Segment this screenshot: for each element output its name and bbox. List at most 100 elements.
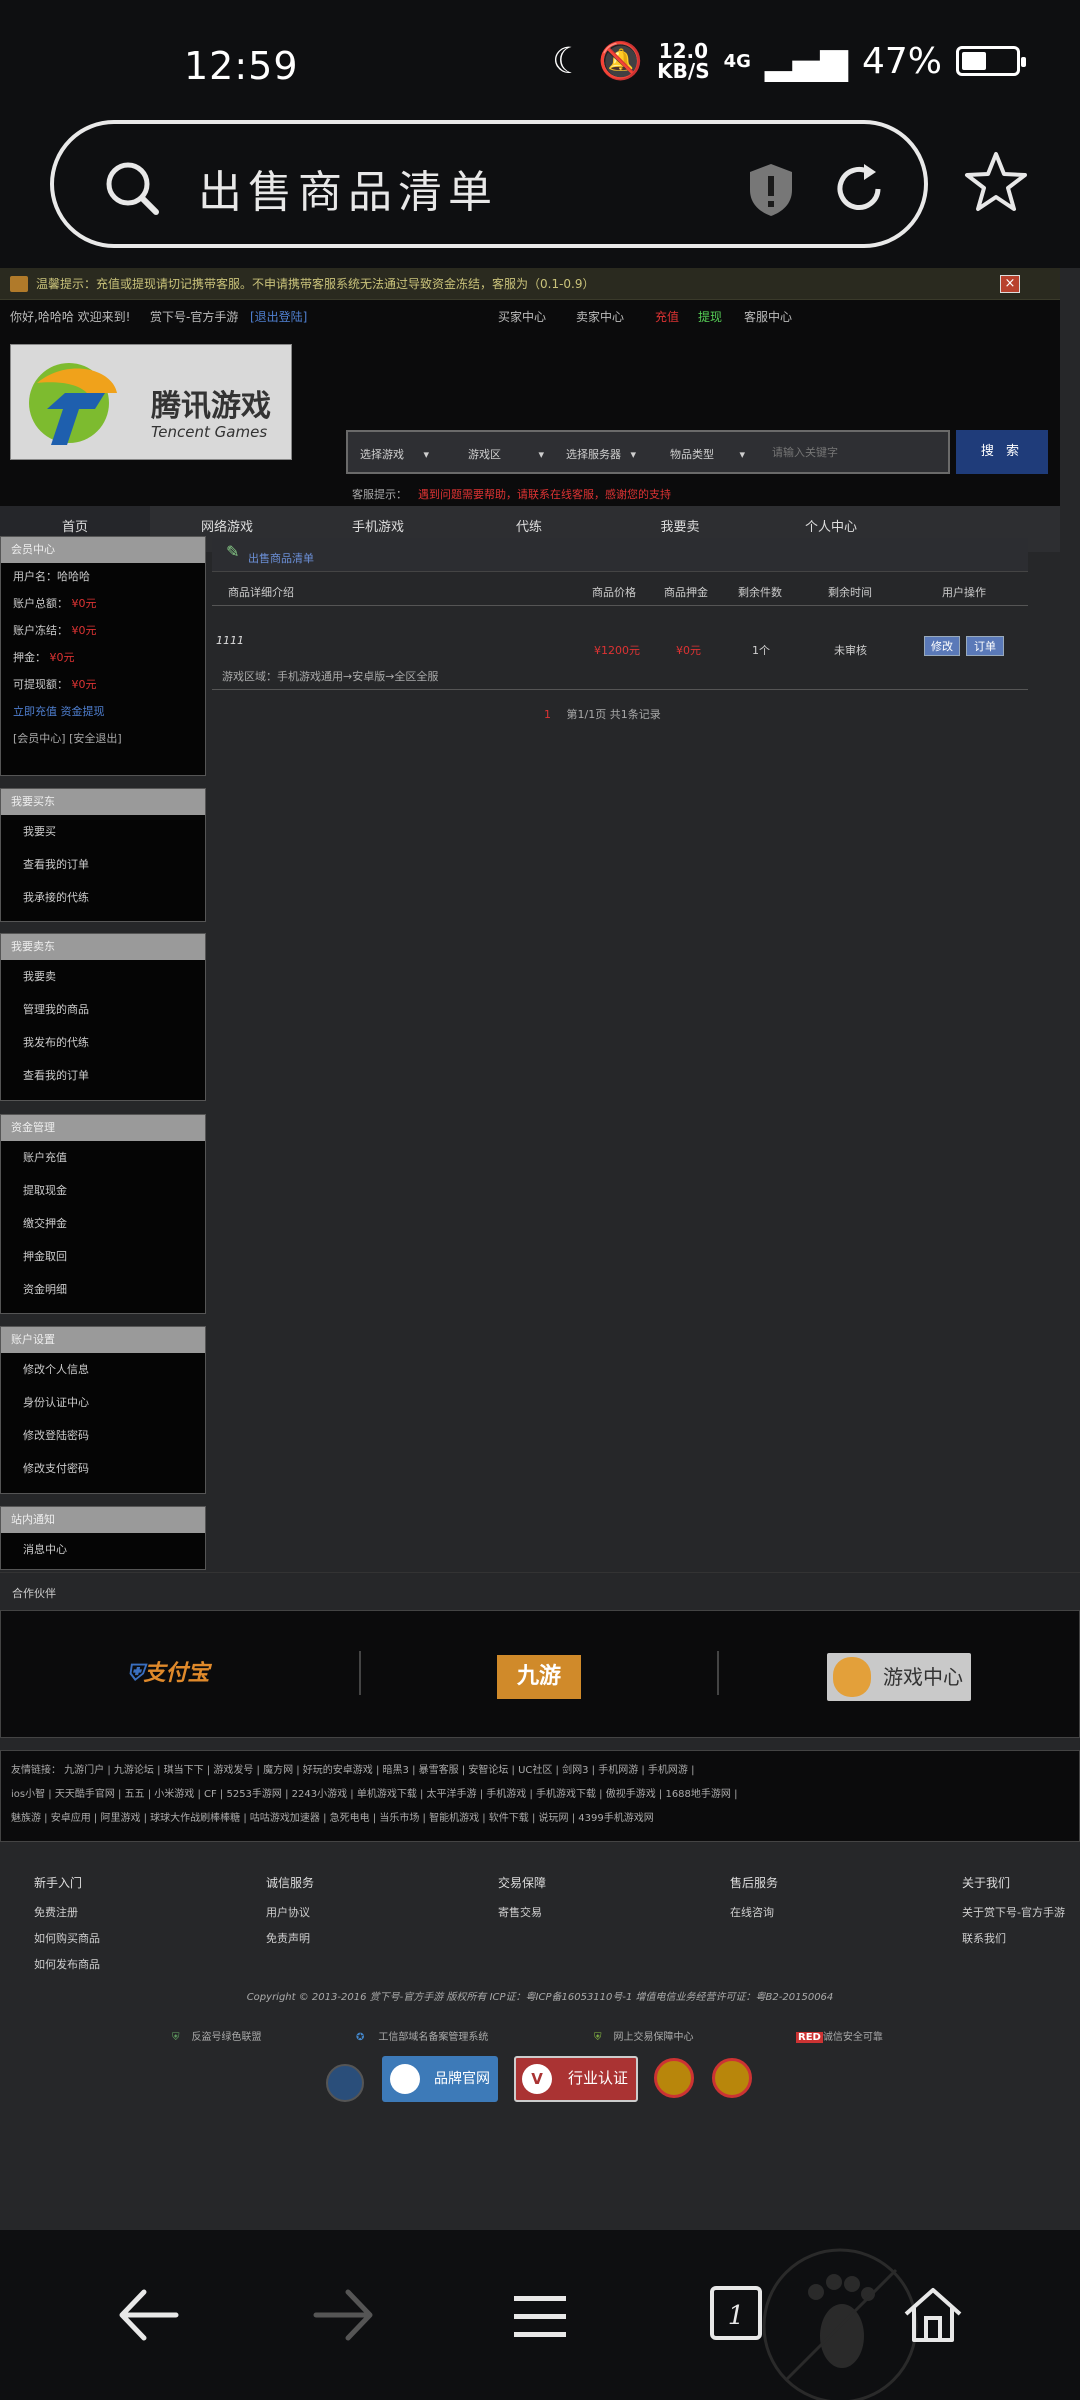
red-badge-logo: RED (796, 2032, 823, 2043)
menu-icon[interactable] (512, 2292, 568, 2340)
sidebar-item-view-orders[interactable]: 查看我的订单 (1, 1059, 205, 1092)
game-center-logo[interactable]: 游戏中心 (827, 1653, 971, 1701)
greeting-text: 你好,哈哈哈 欢迎来到! (10, 310, 131, 324)
item-status: 未审核 (834, 644, 867, 657)
partners-logos: ⛨支付宝 九游 游戏中心 (0, 1610, 1080, 1738)
sidebar-item-manage-goods[interactable]: 管理我的商品 (1, 993, 205, 1026)
badge-miit[interactable]: ✪ 工信部域名备案管理系统 (356, 2028, 488, 2043)
links-line-2[interactable]: ios小智 | 天天酷手官网 | 五五 | 小米游戏 | CF | 5253手游… (11, 1783, 1069, 1807)
footprint-watermark-icon (762, 2248, 918, 2400)
reload-icon[interactable] (830, 160, 888, 218)
order-button[interactable]: 订单 (966, 636, 1004, 656)
recharge-link[interactable]: 充值 (655, 300, 679, 334)
police-emblem-icon[interactable] (654, 2058, 694, 2098)
withdraw-link[interactable]: 提现 (698, 300, 722, 334)
panel-header: ✎ 出售商品清单 (212, 538, 1028, 572)
table-header: 商品详细介绍 商品价格 商品押金 剩余件数 剩余时间 用户操作 (212, 574, 1028, 606)
police-emblem-icon[interactable] (712, 2058, 752, 2098)
sidebar-item-sell[interactable]: 我要卖 (1, 960, 205, 993)
logo-cn-text: 腾讯游戏 (151, 389, 271, 424)
sidebar-item-fund-details[interactable]: 资金明细 (1, 1273, 205, 1306)
logout-link[interactable]: [退出登陆] (250, 300, 307, 334)
footer-col-title: 诚信服务 (266, 1876, 315, 1890)
sidebar-item-login-password[interactable]: 修改登陆密码 (1, 1419, 205, 1452)
sidebar-item-messages[interactable]: 消息中心 (1, 1533, 205, 1566)
footer-link[interactable]: 如何发布商品 (34, 1952, 100, 1978)
footer-link[interactable]: 寄售交易 (498, 1900, 546, 1926)
select-game[interactable]: 选择游戏 ▾ (360, 446, 429, 462)
svg-text:1: 1 (728, 2301, 745, 2331)
logo-en-text: Tencent Games (151, 423, 268, 441)
footer-col-service: 诚信服务 用户协议 免责声明 (266, 1870, 314, 1952)
footer-link[interactable]: 如何购买商品 (34, 1926, 100, 1952)
footer-link[interactable]: 免费注册 (34, 1900, 100, 1926)
select-item-type[interactable]: 物品类型 ▾ (670, 446, 745, 462)
notice-close-button[interactable]: × (1000, 275, 1020, 293)
sidebar-item-identity[interactable]: 身份认证中心 (1, 1386, 205, 1419)
sidebar-item-edit-info[interactable]: 修改个人信息 (1, 1353, 205, 1386)
sidebar-item-retrieve-deposit[interactable]: 押金取回 (1, 1240, 205, 1273)
chevron-down-icon: ▾ (739, 448, 746, 461)
footer-col-guarantee: 交易保障 寄售交易 (498, 1870, 546, 1926)
sidebar-item-recharge[interactable]: 账户充值 (1, 1141, 205, 1174)
alipay-logo[interactable]: ⛨支付宝 (127, 1655, 237, 1695)
tencent-games-logo[interactable]: 腾讯游戏 Tencent Games (10, 344, 292, 460)
back-arrow-icon[interactable] (116, 2288, 180, 2342)
home-icon[interactable] (900, 2284, 966, 2344)
forward-arrow-icon[interactable] (312, 2288, 376, 2342)
item-name[interactable]: 1111 (216, 634, 244, 647)
friend-links: 友情链接： 九游门户 | 九游论坛 | 琪当下下 | 游戏发号 | 魔方网 | … (0, 1750, 1080, 1842)
status-time: 12:59 (184, 44, 299, 88)
links-line-1[interactable]: 友情链接： 九游门户 | 九游论坛 | 琪当下下 | 游戏发号 | 魔方网 | … (11, 1759, 1069, 1783)
select-zone[interactable]: 游戏区 ▾ (468, 446, 544, 462)
member-center-title: 会员中心 (1, 537, 205, 563)
buyer-center-link[interactable]: 买家中心 (498, 300, 546, 334)
member-logout-links[interactable]: [会员中心] [安全退出] (1, 725, 205, 752)
sidebar-item-pay-password[interactable]: 修改支付密码 (1, 1452, 205, 1485)
sidebar-item-withdraw[interactable]: 提取现金 (1, 1174, 205, 1207)
alipay-logo-text: 支付宝 (143, 1661, 210, 1686)
links-line-3[interactable]: 魅族游 | 安卓应用 | 阿里游戏 | 球球大作战刷棒棒糖 | 咕咕游戏加速器 … (11, 1807, 1069, 1831)
shield-icon: ⛨ (127, 1661, 144, 1686)
service-center-link[interactable]: 客服中心 (744, 300, 792, 334)
tencent-logo-icon (29, 363, 117, 445)
badge-anti-theft[interactable]: ⛨ 反盗号绿色联盟 (172, 2028, 262, 2043)
sidebar-item-pay-deposit[interactable]: 缴交押金 (1, 1207, 205, 1240)
badge-trust[interactable]: RED 诚信安全可靠 (796, 2028, 883, 2043)
pagination-current[interactable]: 1 (544, 708, 551, 721)
sidebar-item-accepted-boosting[interactable]: 我承接的代练 (1, 881, 205, 914)
industry-cert-badge[interactable]: V 行业认证 (514, 2056, 638, 2102)
recharge-withdraw-links[interactable]: 立即充值 资金提现 (1, 698, 205, 725)
footer-link[interactable]: 关于赏下号-官方手游 (962, 1900, 1065, 1926)
search-form: 选择游戏 ▾ 游戏区 ▾ 选择服务器 ▾ 物品类型 ▾ (346, 430, 950, 474)
table-row: 1111 ¥1200元 ¥0元 1个 未审核 修改 订单 游戏区域：手机游戏通用… (212, 608, 1028, 690)
sidebar-item-my-orders[interactable]: 查看我的订单 (1, 848, 205, 881)
bookmark-star-icon[interactable] (964, 150, 1028, 214)
footer-link[interactable]: 联系我们 (962, 1926, 1065, 1952)
buy-box: 我要买东 我要买 查看我的订单 我承接的代练 (0, 788, 206, 922)
search-button[interactable]: 搜 索 (956, 430, 1048, 474)
select-server[interactable]: 选择服务器 ▾ (566, 446, 636, 462)
speed-unit: KB/S (657, 59, 710, 83)
seller-center-link[interactable]: 卖家中心 (576, 300, 624, 334)
pagination-text: 第1/1页 共1条记录 (566, 708, 661, 721)
footer-link[interactable]: 免责声明 (266, 1926, 314, 1952)
address-bar[interactable]: 出售商品清单 (50, 120, 928, 248)
warn-text: 遇到问题需要帮助，请联系在线客服，感谢您的支持 (418, 488, 671, 501)
sidebar-item-posted-boosting[interactable]: 我发布的代练 (1, 1026, 205, 1059)
shield-icon[interactable] (746, 162, 796, 218)
badge-trade-guarantee[interactable]: ⛨ 网上交易保障中心 (594, 2028, 694, 2043)
select-item-type-label: 物品类型 (670, 448, 714, 461)
edit-button[interactable]: 修改 (924, 636, 960, 656)
keyword-input[interactable] (772, 440, 942, 464)
footer-link[interactable]: 用户协议 (266, 1900, 314, 1926)
brand-official-badge[interactable]: 品牌官网 (382, 2056, 498, 2102)
jiuyou-logo[interactable]: 九游 (497, 1655, 581, 1699)
notice-title: 站内通知 (1, 1507, 205, 1533)
top-nav: 你好,哈哈哈 欢迎来到! 赏下号-官方手游 [退出登陆] 买家中心 卖家中心 充… (0, 300, 1060, 334)
footer-link[interactable]: 在线咨询 (730, 1900, 778, 1926)
col-actions: 用户操作 (942, 586, 986, 599)
sidebar-item-buy[interactable]: 我要买 (1, 815, 205, 848)
seal-icon[interactable] (326, 2064, 364, 2102)
withdrawable: 可提现额： ¥0元 (13, 678, 97, 691)
